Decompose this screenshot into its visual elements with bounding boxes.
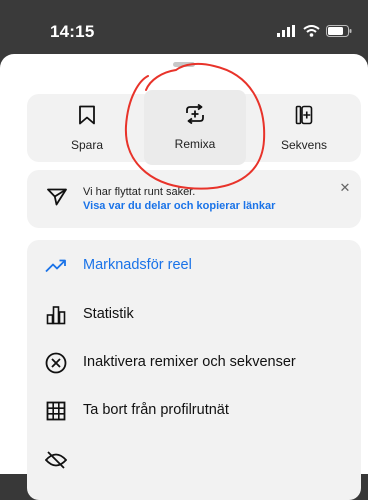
sequence-button[interactable]: Sekvens [247,94,361,162]
close-icon[interactable]: ✕ [335,178,355,198]
bottom-sheet: Spara Remixa Sekvens Vi har flyttat runt… [0,54,368,500]
wifi-icon [303,24,320,42]
status-icons [277,24,352,42]
battery-icon [326,24,352,42]
circle-x-icon [44,351,68,375]
notice-title: Vi har flyttat runt saker. [83,186,196,198]
sheet-grabber[interactable] [173,62,195,67]
notice-link[interactable]: Visa var du delar och kopierar länkar [83,200,275,212]
bookmark-icon [78,105,96,130]
menu-item-disable-remixes[interactable]: Inaktivera remixer och sekvenser [27,339,361,387]
menu-list: Marknadsför reel Statistik Inaktivera re… [27,240,361,500]
menu-item-promote-reel[interactable]: Marknadsför reel [27,242,361,290]
bar-chart-icon [44,303,68,327]
hide-icon [44,448,68,472]
status-time: 14:15 [50,22,95,41]
notice-card: Vi har flyttat runt saker. Visa var du d… [27,170,361,228]
save-button[interactable]: Spara [27,94,147,162]
menu-item-label: Marknadsför reel [83,257,192,273]
remix-button[interactable]: Remixa [144,90,246,165]
actions-row: Spara Remixa Sekvens [27,90,361,165]
grid-icon [44,399,68,423]
sequence-icon [295,105,313,130]
cellular-signal-icon [277,24,297,42]
remix-label: Remixa [174,137,216,151]
save-label: Spara [70,137,104,152]
menu-item-remove-from-grid[interactable]: Ta bort från profilrutnät [27,387,361,435]
menu-item-label: Statistik [83,306,134,322]
status-bar: 14:15 [0,0,368,62]
send-icon [47,188,67,211]
menu-item-partial[interactable] [27,436,361,484]
menu-item-label: Ta bort från profilrutnät [83,402,229,418]
remix-icon [184,103,206,129]
menu-item-statistics[interactable]: Statistik [27,291,361,339]
menu-item-label: Inaktivera remixer och sekvenser [83,354,296,370]
sequence-label: Sekvens [280,137,328,152]
trending-up-icon [44,254,68,278]
